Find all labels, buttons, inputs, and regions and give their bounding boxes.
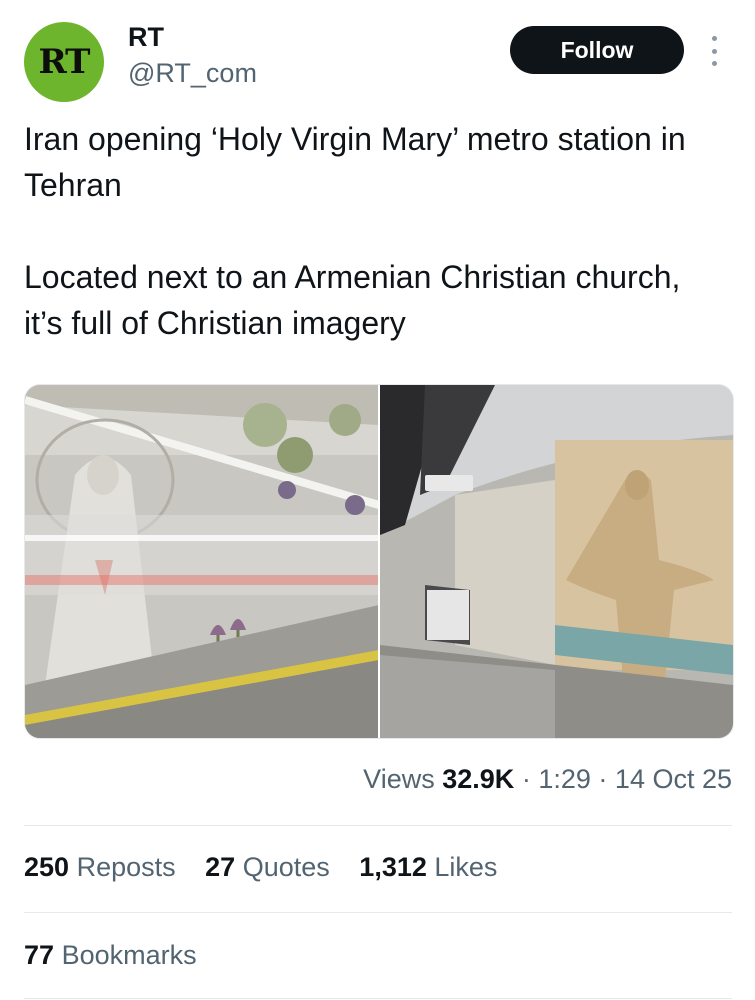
quotes-stat[interactable]: 27 Quotes xyxy=(205,852,330,882)
more-options-icon[interactable] xyxy=(706,36,722,66)
quotes-count: 27 xyxy=(205,852,236,882)
divider xyxy=(24,912,732,913)
author-handle[interactable]: @RT_com xyxy=(128,58,257,89)
avatar-logo-text: RT xyxy=(38,42,91,82)
tweet-date[interactable]: 14 Oct 25 xyxy=(615,764,732,794)
engagement-stats: 250 Reposts 27 Quotes 1,312 Likes xyxy=(24,852,519,883)
bookmarks-stat[interactable]: 77 Bookmarks xyxy=(24,940,197,971)
tweet-time[interactable]: 1:29 xyxy=(538,764,591,794)
tweet-media[interactable] xyxy=(24,384,734,739)
avatar[interactable]: RT xyxy=(24,22,104,102)
likes-count: 1,312 xyxy=(359,852,427,882)
tweet-paragraph-1: Iran opening ‘Holy Virgin Mary’ metro st… xyxy=(24,121,686,203)
tweet-meta: Views 32.9K · 1:29 · 14 Oct 25 xyxy=(363,764,732,795)
tweet-paragraph-2: Located next to an Armenian Christian ch… xyxy=(24,259,681,341)
tweet-header: RT RT @RT_com Follow xyxy=(0,0,755,110)
meta-separator: · xyxy=(521,764,531,794)
reposts-stat[interactable]: 250 Reposts xyxy=(24,852,176,882)
likes-stat[interactable]: 1,312 Likes xyxy=(359,852,497,882)
follow-button[interactable]: Follow xyxy=(510,26,684,74)
views-label: Views xyxy=(363,764,435,794)
divider xyxy=(24,825,732,826)
author-name[interactable]: RT xyxy=(128,22,164,53)
divider xyxy=(24,998,732,999)
meta-separator: · xyxy=(598,764,608,794)
reposts-label: Reposts xyxy=(76,852,176,882)
likes-label: Likes xyxy=(434,852,498,882)
media-photo-left[interactable] xyxy=(25,385,381,738)
bookmarks-count: 77 xyxy=(24,940,55,970)
tweet-text: Iran opening ‘Holy Virgin Mary’ metro st… xyxy=(24,116,724,346)
media-photo-right[interactable] xyxy=(380,385,733,738)
views-count[interactable]: 32.9K xyxy=(442,764,514,794)
bookmarks-label: Bookmarks xyxy=(61,940,197,970)
reposts-count: 250 xyxy=(24,852,70,882)
quotes-label: Quotes xyxy=(242,852,330,882)
